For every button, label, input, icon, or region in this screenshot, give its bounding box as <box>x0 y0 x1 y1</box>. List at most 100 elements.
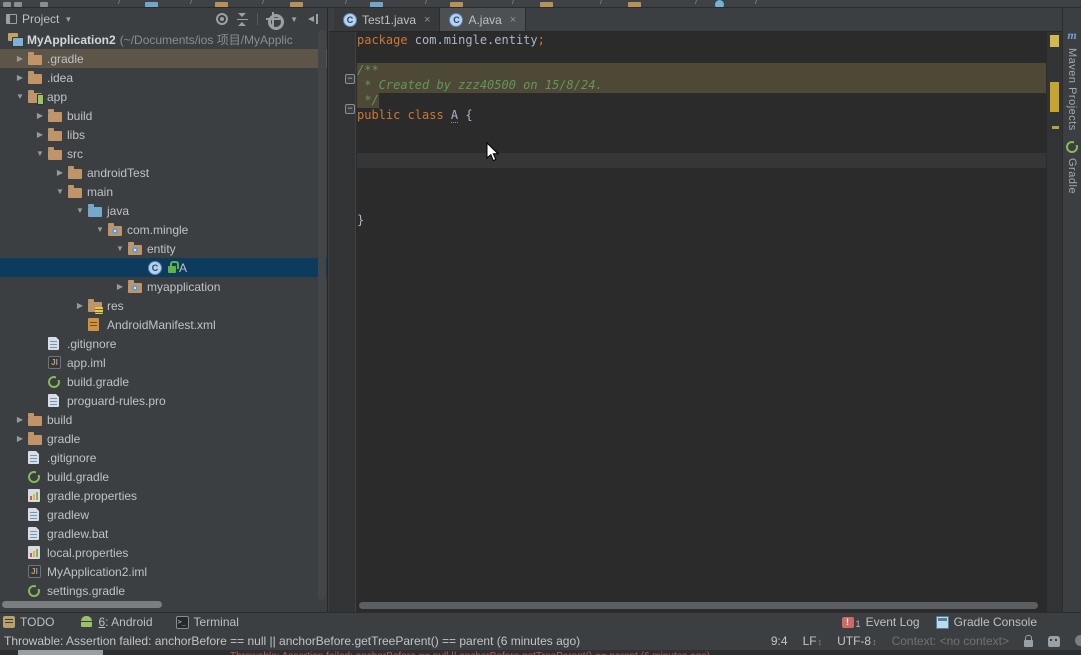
tree-item[interactable]: ▶.gradle <box>0 49 327 68</box>
code-line: */ <box>357 93 1046 108</box>
tree-item[interactable]: .gitignore <box>0 448 327 467</box>
close-icon[interactable]: × <box>510 14 516 26</box>
android-button[interactable]: 6: Android <box>80 615 152 629</box>
tree-item[interactable]: gradlew <box>0 505 327 524</box>
breadcrumb-bar[interactable]: / / / / / / / / / <box>0 0 1081 8</box>
gradle-console-icon <box>936 616 949 629</box>
tree-item[interactable]: gradlew.bat <box>0 524 327 543</box>
tree-item-label: res <box>107 299 124 313</box>
collapsed-arrow-icon[interactable]: ▶ <box>12 434 28 443</box>
lock-icon[interactable] <box>1024 635 1033 647</box>
error-stripe-marker[interactable] <box>1050 82 1059 112</box>
tree-item[interactable]: ▼ entity <box>0 239 327 258</box>
terminal-button[interactable]: >_ Terminal <box>176 615 239 629</box>
event-log-button[interactable]: ! 1 Event Log <box>842 615 920 629</box>
maven-projects-label: Maven Projects <box>1066 48 1078 131</box>
tree-item[interactable]: ▶build <box>0 106 327 125</box>
status-bar: Throwable: Assertion failed: anchorBefor… <box>0 631 1081 650</box>
tree-item[interactable]: AndroidManifest.xml <box>0 315 327 334</box>
editor-tab[interactable]: CA.java× <box>440 8 526 31</box>
tree-item[interactable]: ▶androidTest <box>0 163 327 182</box>
expanded-arrow-icon[interactable]: ▼ <box>12 92 28 101</box>
res-icon <box>88 302 102 312</box>
hide-panel-icon[interactable] <box>307 13 319 25</box>
tree-item[interactable]: MyApplication2(~/Documents/ios 项目/MyAppl… <box>0 30 327 49</box>
tree-item-label: .idea <box>47 71 73 85</box>
context-indicator[interactable]: Context: <no context> <box>892 634 1009 648</box>
tree-item[interactable]: ▶libs <box>0 125 327 144</box>
collapsed-arrow-icon[interactable]: ▶ <box>72 301 88 310</box>
settings-icon[interactable] <box>267 13 279 25</box>
tree-item[interactable]: settings.gradle <box>0 581 327 598</box>
tree-item[interactable]: ▶ .idea <box>0 68 327 87</box>
chevron-down-icon[interactable]: ▼ <box>290 15 298 24</box>
tree-item[interactable]: gradle.properties <box>0 486 327 505</box>
tree-item[interactable]: ▼ src <box>0 144 327 163</box>
tree-item[interactable]: .gitignore <box>0 334 327 353</box>
tree-item[interactable]: ▶myapplication <box>0 277 327 296</box>
project-horizontal-scrollbar-thumb[interactable] <box>2 601 162 608</box>
tree-item[interactable]: JIMyApplication2.iml <box>0 562 327 581</box>
tree-item[interactable]: local.properties <box>0 543 327 562</box>
tree-item[interactable]: build.gradle <box>0 372 327 391</box>
breadcrumb-stub-icon <box>40 2 48 7</box>
collapsed-arrow-icon[interactable]: ▶ <box>12 415 28 424</box>
tree-item[interactable]: ▼java <box>0 201 327 220</box>
caret-position[interactable]: 9:4 <box>771 634 788 648</box>
file-icon <box>28 527 39 540</box>
code-line: * Created by zzz40500 on 15/8/24. <box>357 78 1046 93</box>
error-stripe-marker[interactable] <box>1050 35 1059 47</box>
collapsed-arrow-icon[interactable]: ▶ <box>32 130 48 139</box>
collapse-all-icon[interactable] <box>237 13 248 26</box>
collapsed-arrow-icon[interactable]: ▶ <box>112 282 128 291</box>
project-panel-title: Project <box>22 12 59 26</box>
code-content[interactable]: package com.mingle.entity;/** * Created … <box>357 33 1046 228</box>
expanded-arrow-icon[interactable]: ▼ <box>92 225 108 234</box>
editor-gutter[interactable]: − − <box>329 32 356 612</box>
gradle-button[interactable]: Gradle <box>1063 141 1081 194</box>
tree-item-label: .gitignore <box>47 451 96 465</box>
encoding-selector[interactable]: UTF-8↕ <box>837 634 877 648</box>
editor-horizontal-scrollbar-thumb[interactable] <box>359 602 1038 609</box>
tree-item[interactable]: JIapp.iml <box>0 353 327 372</box>
hector-inspector-icon[interactable] <box>1048 636 1060 647</box>
tree-item[interactable]: ▼app <box>0 87 327 106</box>
expanded-arrow-icon[interactable]: ▼ <box>72 206 88 215</box>
tree-item[interactable]: build.gradle <box>0 467 327 486</box>
expanded-arrow-icon[interactable]: ▼ <box>52 187 68 196</box>
collapsed-arrow-icon[interactable]: ▶ <box>32 111 48 120</box>
error-stripe[interactable] <box>1046 32 1062 612</box>
code-editor[interactable]: − − package com.mingle.entity;/** * Crea… <box>329 32 1046 612</box>
line-ending-selector[interactable]: LF↕ <box>803 634 823 648</box>
fold-marker-icon[interactable]: − <box>345 104 355 114</box>
tree-item-label: build.gradle <box>67 375 129 389</box>
tree-item[interactable]: ▶ res <box>0 296 327 315</box>
code-line <box>357 168 1046 183</box>
todo-button[interactable]: TODO <box>3 615 54 629</box>
tree-item[interactable]: ▶gradle <box>0 429 327 448</box>
collapsed-arrow-icon[interactable]: ▶ <box>52 168 68 177</box>
collapsed-arrow-icon[interactable]: ▶ <box>12 54 28 63</box>
breadcrumb-stub-icon <box>14 2 22 7</box>
collapsed-arrow-icon[interactable]: ▶ <box>12 73 28 82</box>
error-stripe-marker[interactable] <box>1052 126 1059 129</box>
tree-item[interactable]: ▼main <box>0 182 327 201</box>
close-icon[interactable]: × <box>424 14 430 26</box>
right-tool-strip: m Maven Projects Gradle <box>1062 8 1081 612</box>
iml-icon: JI <box>28 565 41 578</box>
tree-item[interactable]: proguard-rules.pro <box>0 391 327 410</box>
tree-item-label: entity <box>147 242 176 256</box>
tree-item[interactable]: ▼com.mingle <box>0 220 327 239</box>
tree-item[interactable]: CA <box>0 258 327 277</box>
gradle-console-button[interactable]: Gradle Console <box>936 615 1037 629</box>
editor-tab[interactable]: CTest1.java× <box>334 8 440 31</box>
maven-projects-button[interactable]: m Maven Projects <box>1063 28 1081 131</box>
tree-item-label: src <box>67 147 83 161</box>
expanded-arrow-icon[interactable]: ▼ <box>112 244 128 253</box>
chevron-down-icon[interactable]: ▼ <box>64 15 72 24</box>
expanded-arrow-icon[interactable]: ▼ <box>32 149 48 158</box>
tree-item[interactable]: ▶build <box>0 410 327 429</box>
fold-marker-icon[interactable]: − <box>345 74 355 84</box>
project-vertical-scrollbar[interactable] <box>318 30 326 600</box>
locate-icon[interactable] <box>216 13 228 25</box>
